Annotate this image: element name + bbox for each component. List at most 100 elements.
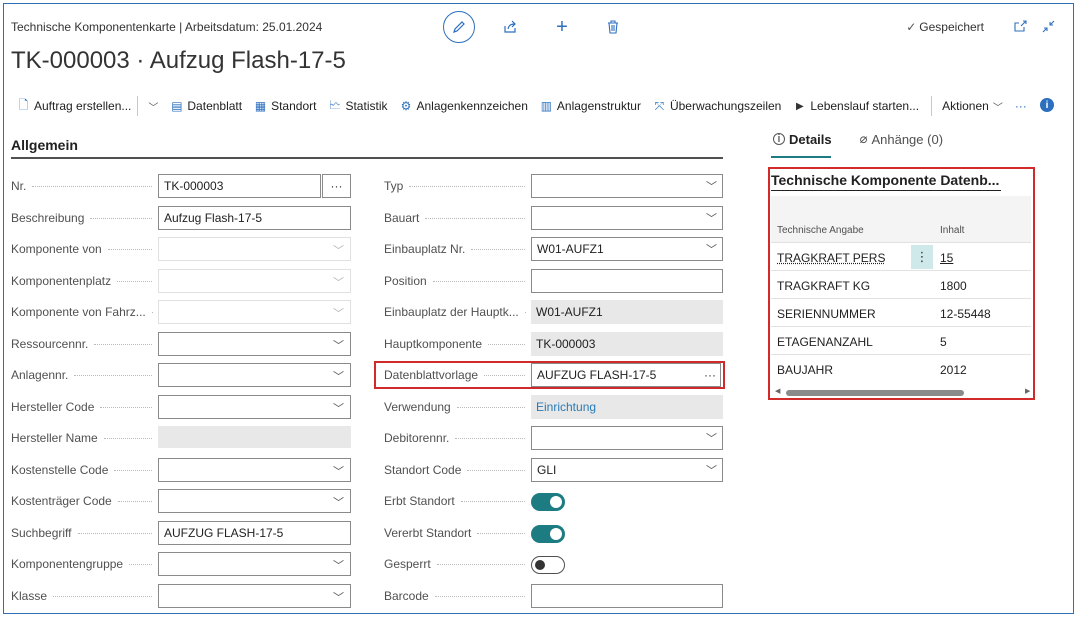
label-text: Hersteller Name (11, 431, 98, 445)
label-text: Suchbegriff (11, 526, 72, 540)
hersteller-name-field (158, 426, 351, 448)
kostenstelle-code-select[interactable]: ﹀ (158, 458, 351, 482)
label-anlagennr: Anlagennr. (11, 364, 158, 386)
nr-input[interactable]: TK-000003 (158, 174, 321, 198)
chevron-down-icon: ﹀ (333, 497, 344, 509)
verwendung-field: Einrichtung (531, 395, 723, 419)
highlight-datenblattvorlage (374, 361, 725, 389)
chevron-down-icon: ﹀ (706, 213, 717, 225)
tag-icon: ⚙ (400, 99, 412, 113)
leader-dots (467, 469, 525, 471)
popout-icon (1013, 20, 1027, 32)
label-text: Ressourcennr. (11, 337, 89, 351)
bauart-select[interactable] (531, 206, 723, 230)
datasheet-label: Datenblatt (187, 99, 243, 113)
label-einbauplatz-nr: Einbauplatz Nr. (384, 238, 531, 260)
beschreibung-input[interactable]: Aufzug Flash-17-5 (158, 206, 351, 230)
statistics-button[interactable]: 🗠 Statistik (328, 96, 388, 117)
leader-dots (53, 595, 152, 597)
label-text: Einbauplatz der Hauptk... (384, 305, 519, 319)
divider (137, 96, 139, 116)
label-vererbt-standort: Vererbt Standort (384, 522, 531, 544)
tab-details-label: Details (789, 131, 832, 147)
label-text: Erbt Standort (384, 494, 455, 508)
play-icon: ▶ (796, 100, 804, 112)
more-actions-button[interactable]: ··· (1015, 99, 1027, 113)
typ-select[interactable] (531, 174, 723, 198)
create-order-button[interactable]: 🗋 Auftrag erstellen... (17, 96, 132, 117)
klasse-select[interactable]: ﹀ (158, 584, 351, 608)
pencil-icon (453, 21, 465, 33)
ressourcennr-select[interactable]: ﹀ (158, 332, 351, 356)
suchbegriff-input[interactable]: AUFZUG FLASH-17-5 (158, 521, 351, 545)
label-text: Komponentenplatz (11, 274, 112, 288)
komponentengruppe-select[interactable]: ﹀ (158, 552, 351, 576)
collapse-button[interactable] (1040, 18, 1056, 34)
gesperrt-toggle[interactable] (531, 556, 565, 574)
debitorennr-select[interactable] (531, 426, 723, 450)
new-document-icon: 🗋 (18, 97, 29, 112)
label-barcode: Barcode (384, 585, 531, 607)
leader-dots (434, 595, 525, 597)
info-button[interactable]: i (1040, 98, 1054, 112)
tab-details[interactable]: i Details (773, 131, 832, 147)
kostentraeger-code-select[interactable]: ﹀ (158, 489, 351, 513)
start-lifecycle-button[interactable]: ▶ Lebenslauf starten... (793, 99, 919, 113)
asset-structure-label: Anlagenstruktur (556, 99, 641, 113)
leader-dots (117, 500, 152, 502)
open-new-window-button[interactable] (1012, 18, 1028, 34)
label-text: Komponente von (11, 242, 102, 256)
label-text: Komponentengruppe (11, 557, 124, 571)
position-input[interactable] (531, 269, 723, 293)
statistics-label: Statistik (345, 99, 388, 113)
statistics-icon: 🗠 (328, 97, 341, 112)
new-button[interactable]: + (552, 16, 572, 38)
trash-icon (608, 20, 618, 34)
label-komponentengruppe: Komponentengruppe (11, 553, 158, 575)
leader-dots (488, 343, 525, 345)
saved-label: Gespeichert (919, 20, 984, 34)
nr-lookup-button[interactable]: ··· (322, 174, 351, 198)
asset-structure-button[interactable]: ▥ Anlagenstruktur (540, 99, 641, 113)
label-text: Klasse (11, 589, 48, 603)
delete-button[interactable] (603, 17, 623, 37)
einbauplatz-nr-select[interactable]: W01-AUFZ1 (531, 237, 723, 261)
leader-dots (455, 437, 525, 439)
label-komponente-von-fahrzeug: Komponente von Fahrz... (11, 301, 158, 323)
actions-menu[interactable]: Aktionen ﹀ (942, 99, 1003, 114)
label-kostenstelle-code: Kostenstelle Code (11, 459, 158, 481)
erbt-standort-toggle[interactable] (531, 493, 565, 511)
create-order-dropdown[interactable]: ﹀ (148, 99, 158, 114)
komponentenplatz-select[interactable]: ﹀ (158, 269, 351, 293)
share-button[interactable] (500, 17, 520, 37)
komponente-von-fahrzeug-select[interactable]: ﹀ (158, 300, 351, 324)
hersteller-code-select[interactable]: ﹀ (158, 395, 351, 419)
barcode-input[interactable] (531, 584, 723, 608)
monitoring-lines-button[interactable]: ⤧ Überwachungszeilen (653, 99, 782, 114)
edit-button[interactable] (443, 11, 475, 43)
leader-dots (477, 532, 525, 534)
leader-dots (90, 217, 152, 219)
label-text: Anlagennr. (11, 368, 69, 382)
standort-code-select[interactable]: GLI (531, 458, 723, 482)
datasheet-button[interactable]: ▤ Datenblatt (170, 99, 242, 113)
label-suchbegriff: Suchbegriff (11, 522, 158, 544)
komponente-von-select[interactable]: ﹀ (158, 237, 351, 261)
label-text: Typ (384, 179, 404, 193)
tab-attachments[interactable]: ⌀ Anhänge (0) (860, 131, 943, 147)
chevron-down-icon: ﹀ (706, 244, 717, 256)
leader-dots (460, 500, 525, 502)
label-kostentraeger-code: Kostenträger Code (11, 490, 158, 512)
asset-identifier-button[interactable]: ⚙ Anlagenkennzeichen (399, 99, 528, 113)
label-komponentenplatz: Komponentenplatz (11, 270, 158, 292)
chevron-down-icon: ﹀ (333, 340, 344, 352)
chevron-down-icon: ﹀ (333, 371, 344, 383)
location-button[interactable]: ▦ Standort (254, 99, 317, 113)
anlagennr-select[interactable]: ﹀ (158, 363, 351, 387)
leader-dots (94, 343, 152, 345)
label-text: Einbauplatz Nr. (384, 242, 466, 256)
vererbt-standort-toggle[interactable] (531, 525, 565, 543)
page-subtitle: Technische Komponentenkarte | Arbeitsdat… (11, 20, 323, 34)
leader-dots (114, 469, 152, 471)
leader-dots (129, 563, 152, 565)
